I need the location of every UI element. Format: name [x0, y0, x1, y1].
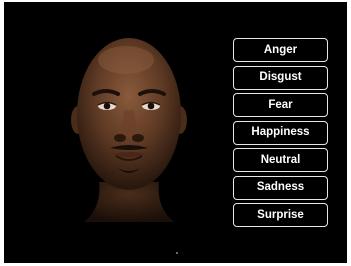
emotion-option-fear-button[interactable]: Fear — [233, 93, 328, 117]
face-stimulus-image — [64, 32, 194, 222]
mouse-cursor-dot — [176, 252, 178, 254]
emotion-options-panel: Anger Disgust Fear Happiness Neutral Sad… — [233, 38, 328, 231]
emotion-option-neutral-button[interactable]: Neutral — [233, 148, 328, 172]
emotion-option-surprise-button[interactable]: Surprise — [233, 203, 328, 227]
emotion-option-sadness-button[interactable]: Sadness — [233, 175, 328, 200]
emotion-option-anger-button[interactable]: Anger — [233, 38, 328, 62]
experiment-screen: Anger Disgust Fear Happiness Neutral Sad… — [4, 2, 347, 263]
emotion-option-disgust-button[interactable]: Disgust — [233, 65, 328, 90]
emotion-option-happiness-button[interactable]: Happiness — [233, 120, 328, 145]
face-illustration — [71, 38, 187, 222]
